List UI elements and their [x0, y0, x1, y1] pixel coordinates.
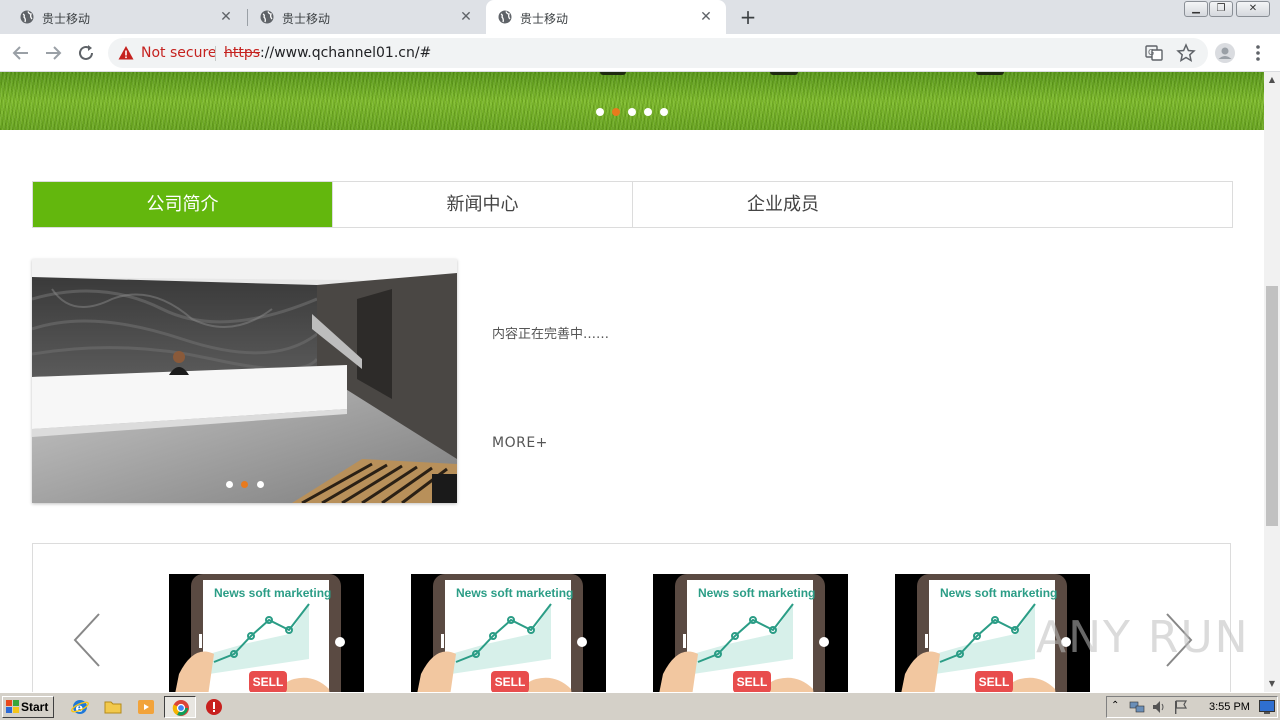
url-text[interactable]: https://www.qchannel01.cn/#: [224, 45, 431, 61]
chrome-icon: [172, 700, 189, 716]
start-label: Start: [21, 700, 49, 714]
svg-text:G: G: [1148, 48, 1154, 57]
chevron-left-icon[interactable]: [71, 612, 107, 668]
tab-close-icon[interactable]: ✕: [218, 9, 234, 25]
page-scrollbar[interactable]: ▲ ▼: [1264, 72, 1280, 692]
photo-dot-1[interactable]: [226, 481, 233, 488]
media-player-icon[interactable]: [137, 698, 155, 716]
network-icon[interactable]: [1129, 699, 1145, 715]
restore-button[interactable]: ❐: [1209, 1, 1233, 17]
tab-company-intro[interactable]: 公司简介: [33, 182, 333, 227]
folder-icon[interactable]: [104, 698, 122, 716]
url-host: ://www.qchannel01.cn/#: [260, 45, 432, 61]
internet-explorer-icon[interactable]: e: [71, 698, 89, 716]
url-scheme: https: [224, 45, 261, 61]
chrome-taskbar-button[interactable]: [164, 696, 196, 718]
new-tab-button[interactable]: +: [738, 7, 758, 27]
product-title: News soft marketing: [214, 586, 332, 600]
globe-icon: [498, 10, 512, 24]
not-secure-label[interactable]: Not secure: [141, 45, 217, 61]
intro-text: 内容正在完善中……: [492, 327, 610, 342]
windows-logo-icon: [6, 700, 19, 713]
banner-dot-5[interactable]: [660, 108, 668, 116]
windows-taskbar: Start e ⌃ 3:55 PM: [0, 692, 1280, 720]
tab-title: 贵士移动: [282, 12, 331, 26]
product-card-1[interactable]: News soft marketing SELL: [169, 574, 364, 692]
bookmark-star-icon[interactable]: [1176, 43, 1196, 63]
close-window-button[interactable]: ✕: [1236, 1, 1270, 17]
product-card-2[interactable]: News soft marketing SELL: [411, 574, 606, 692]
browser-tabstrip: 贵士移动 ✕ 贵士移动 ✕ 贵士移动 ✕ + ▁ ❐ ✕: [0, 0, 1280, 34]
banner-shadow: [976, 72, 1004, 75]
stop-icon[interactable]: [205, 698, 223, 716]
hero-banner[interactable]: [0, 72, 1264, 130]
browser-tab-1[interactable]: 贵士移动 ✕: [0, 0, 246, 34]
sell-badge: SELL: [491, 671, 529, 692]
tab-title: 贵士移动: [520, 12, 569, 26]
globe-icon: [20, 10, 34, 24]
banner-shadow: [770, 72, 798, 75]
office-lobby-image[interactable]: [32, 259, 457, 503]
reload-icon[interactable]: [75, 42, 97, 64]
omnibox-divider: [215, 46, 216, 61]
clock[interactable]: 3:55 PM: [1209, 701, 1250, 713]
more-link[interactable]: MORE+: [492, 435, 548, 451]
translate-icon[interactable]: G: [1144, 43, 1164, 63]
anyrun-watermark: ANY RUN: [1036, 612, 1250, 663]
product-title: News soft marketing: [940, 586, 1058, 600]
tab-news-center[interactable]: 新闻中心: [333, 182, 633, 227]
tab-members[interactable]: 企业成员: [633, 182, 933, 227]
warning-icon: [118, 46, 134, 60]
product-title: News soft marketing: [456, 586, 574, 600]
browser-tab-3-active[interactable]: 贵士移动 ✕: [486, 0, 726, 34]
tray-expand-icon[interactable]: ⌃: [1111, 700, 1119, 711]
show-desktop-icon[interactable]: [1259, 700, 1275, 714]
photo-dot-3[interactable]: [257, 481, 264, 488]
volume-icon[interactable]: [1151, 699, 1167, 715]
screen: 贵士移动 ✕ 贵士移动 ✕ 贵士移动 ✕ + ▁ ❐ ✕ Not secure …: [0, 0, 1280, 720]
product-title: News soft marketing: [698, 586, 816, 600]
address-bar[interactable]: Not secure https://www.qchannel01.cn/#: [108, 38, 1208, 68]
profile-icon[interactable]: [1215, 43, 1235, 63]
scroll-up-arrow-icon[interactable]: ▲: [1264, 72, 1280, 88]
tab-title: 贵士移动: [42, 12, 91, 26]
product-card-3[interactable]: News soft marketing SELL: [653, 574, 848, 692]
banner-dot-4[interactable]: [644, 108, 652, 116]
sell-badge: SELL: [249, 671, 287, 692]
photo-dot-2-active[interactable]: [241, 481, 248, 488]
banner-shadow: [600, 72, 626, 75]
banner-dot-3[interactable]: [628, 108, 636, 116]
banner-dot-1[interactable]: [596, 108, 604, 116]
flag-icon[interactable]: [1173, 699, 1189, 715]
browser-toolbar: Not secure https://www.qchannel01.cn/# G: [0, 34, 1280, 72]
scroll-down-arrow-icon[interactable]: ▼: [1264, 676, 1280, 692]
start-button[interactable]: Start: [2, 696, 54, 718]
globe-icon: [260, 10, 274, 24]
content-tabs: 公司简介 新闻中心 企业成员: [32, 181, 1233, 228]
scrollbar-thumb[interactable]: [1266, 286, 1278, 526]
sell-badge: SELL: [733, 671, 771, 692]
browser-tab-2[interactable]: 贵士移动 ✕: [240, 0, 486, 34]
tab-close-icon[interactable]: ✕: [458, 9, 474, 25]
forward-icon[interactable]: [42, 42, 64, 64]
system-tray: ⌃ 3:55 PM: [1106, 696, 1278, 718]
page-viewport: 公司简介 新闻中心 企业成员 内容正在完善中…… MORE+ News soft…: [0, 72, 1264, 692]
banner-dot-2-active[interactable]: [612, 108, 620, 116]
back-icon[interactable]: [10, 42, 32, 64]
lobby-illustration: [32, 259, 457, 503]
tab-close-icon[interactable]: ✕: [698, 9, 714, 25]
minimize-button[interactable]: ▁: [1184, 1, 1208, 17]
sell-badge: SELL: [975, 671, 1013, 692]
menu-icon[interactable]: [1248, 43, 1268, 63]
